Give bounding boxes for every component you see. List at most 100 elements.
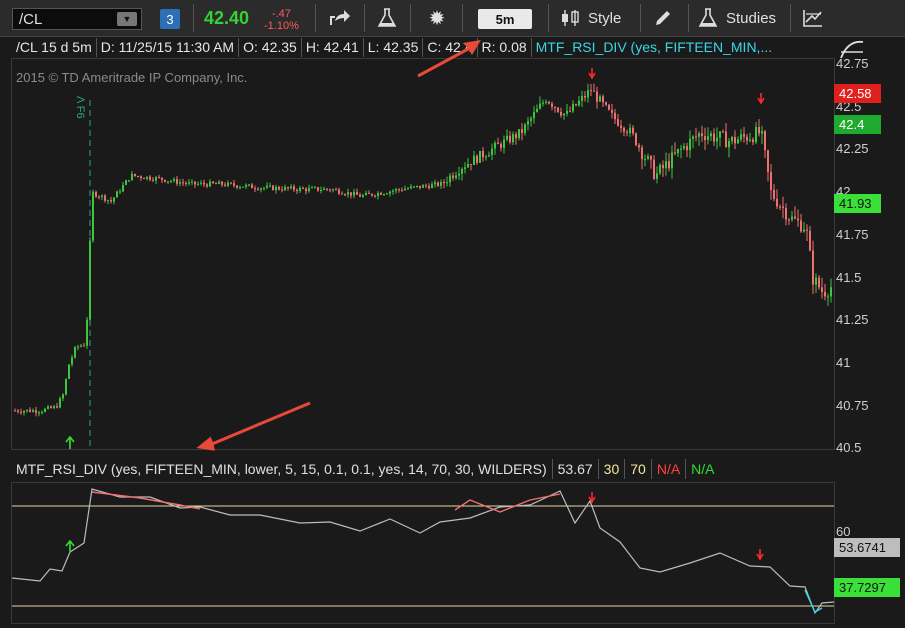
candle-body bbox=[353, 191, 355, 196]
candle-body bbox=[179, 182, 181, 184]
candle-body bbox=[491, 148, 493, 156]
candle-body bbox=[56, 406, 58, 408]
candle-body bbox=[452, 175, 454, 179]
price-tick: 40.75 bbox=[836, 397, 869, 413]
study-panel[interactable] bbox=[11, 482, 835, 624]
candle-body bbox=[629, 127, 631, 134]
candle-body bbox=[122, 184, 124, 192]
candle-body bbox=[164, 179, 166, 182]
candle-body bbox=[305, 188, 307, 192]
candle-body bbox=[203, 182, 205, 185]
candle-body bbox=[464, 167, 466, 169]
price-tick: 41.5 bbox=[836, 269, 862, 285]
lower-study-value: 53.67 bbox=[553, 459, 599, 479]
candle-body bbox=[188, 182, 190, 184]
candle-body bbox=[476, 155, 478, 163]
candle-body bbox=[650, 156, 652, 160]
price-tick: 41.75 bbox=[836, 226, 869, 242]
candle-body bbox=[767, 150, 769, 172]
candle-body bbox=[563, 113, 565, 116]
candle-body bbox=[200, 182, 202, 184]
price-tick: 42.25 bbox=[836, 141, 869, 157]
candle-body bbox=[608, 104, 610, 110]
candle-body bbox=[716, 137, 718, 142]
candle-body bbox=[542, 102, 544, 104]
candle-body bbox=[596, 91, 598, 102]
candle-body bbox=[308, 187, 310, 192]
candle-body bbox=[434, 182, 436, 185]
candle-body bbox=[674, 152, 676, 154]
candle-body bbox=[410, 186, 412, 189]
candle-body bbox=[47, 406, 49, 409]
candle-body bbox=[320, 190, 322, 192]
candle-body bbox=[689, 138, 691, 151]
candle-body bbox=[803, 229, 805, 232]
candle-body bbox=[290, 186, 292, 189]
candle-body bbox=[221, 181, 223, 185]
candle-body bbox=[209, 181, 211, 187]
candle-body bbox=[161, 177, 163, 180]
candle-body bbox=[83, 345, 85, 347]
candle-body bbox=[749, 139, 751, 141]
candle-body bbox=[428, 186, 430, 189]
lower-study-na-red: N/A bbox=[652, 459, 687, 479]
candle-body bbox=[44, 408, 46, 412]
candle-body bbox=[14, 410, 16, 412]
candle-body bbox=[50, 406, 52, 409]
candle-body bbox=[500, 144, 502, 148]
candle-body bbox=[23, 411, 25, 413]
candle-body bbox=[293, 186, 295, 190]
candle-body bbox=[362, 195, 364, 197]
candle-body bbox=[482, 150, 484, 158]
candle-body bbox=[497, 142, 499, 145]
candle-body bbox=[224, 184, 226, 186]
candle-body bbox=[29, 409, 31, 412]
candle-body bbox=[533, 112, 535, 119]
candle-body bbox=[212, 181, 214, 184]
candle-body bbox=[458, 173, 460, 176]
level-price-green: 41.93 bbox=[834, 194, 881, 213]
candle-body bbox=[494, 142, 496, 149]
candle-body bbox=[812, 250, 814, 285]
buy-signal-arrow bbox=[65, 435, 75, 449]
candle-body bbox=[437, 182, 439, 186]
candle-body bbox=[641, 147, 643, 160]
candle-body bbox=[302, 187, 304, 189]
candle-body bbox=[350, 192, 352, 196]
candle-body bbox=[236, 185, 238, 188]
candle-body bbox=[521, 129, 523, 134]
candle-body bbox=[344, 194, 346, 196]
candle-body bbox=[254, 188, 256, 190]
candle-body bbox=[572, 104, 574, 112]
candle-body bbox=[527, 120, 529, 125]
candle-body bbox=[818, 277, 820, 288]
candle-body bbox=[455, 175, 457, 179]
candle-body bbox=[488, 155, 490, 157]
candle-body bbox=[26, 409, 28, 412]
annotation-arrow bbox=[417, 39, 481, 78]
lower-study-title[interactable]: MTF_RSI_DIV (yes, FIFTEEN_MIN, lower, 5,… bbox=[11, 459, 553, 479]
candle-body bbox=[548, 101, 550, 104]
candle-body bbox=[446, 182, 448, 184]
candle-body bbox=[194, 181, 196, 185]
candle-body bbox=[770, 171, 772, 190]
candle-body bbox=[725, 131, 727, 148]
candle-body bbox=[380, 193, 382, 195]
candle-body bbox=[584, 96, 586, 98]
candle-body bbox=[257, 188, 259, 190]
candle-body bbox=[566, 110, 568, 114]
candle-body bbox=[167, 181, 169, 183]
candle-body bbox=[752, 139, 754, 143]
candle-body bbox=[443, 181, 445, 183]
candle-body bbox=[110, 200, 112, 202]
candle-body bbox=[698, 133, 700, 137]
candle-body bbox=[605, 102, 607, 105]
candle-body bbox=[311, 187, 313, 189]
candle-body bbox=[611, 109, 613, 113]
lower-study-header: MTF_RSI_DIV (yes, FIFTEEN_MIN, lower, 5,… bbox=[11, 458, 720, 480]
candle-body bbox=[590, 90, 592, 92]
candle-body bbox=[479, 150, 481, 163]
candle-body bbox=[617, 119, 619, 126]
candle-body bbox=[425, 185, 427, 187]
candle-body bbox=[536, 108, 538, 113]
